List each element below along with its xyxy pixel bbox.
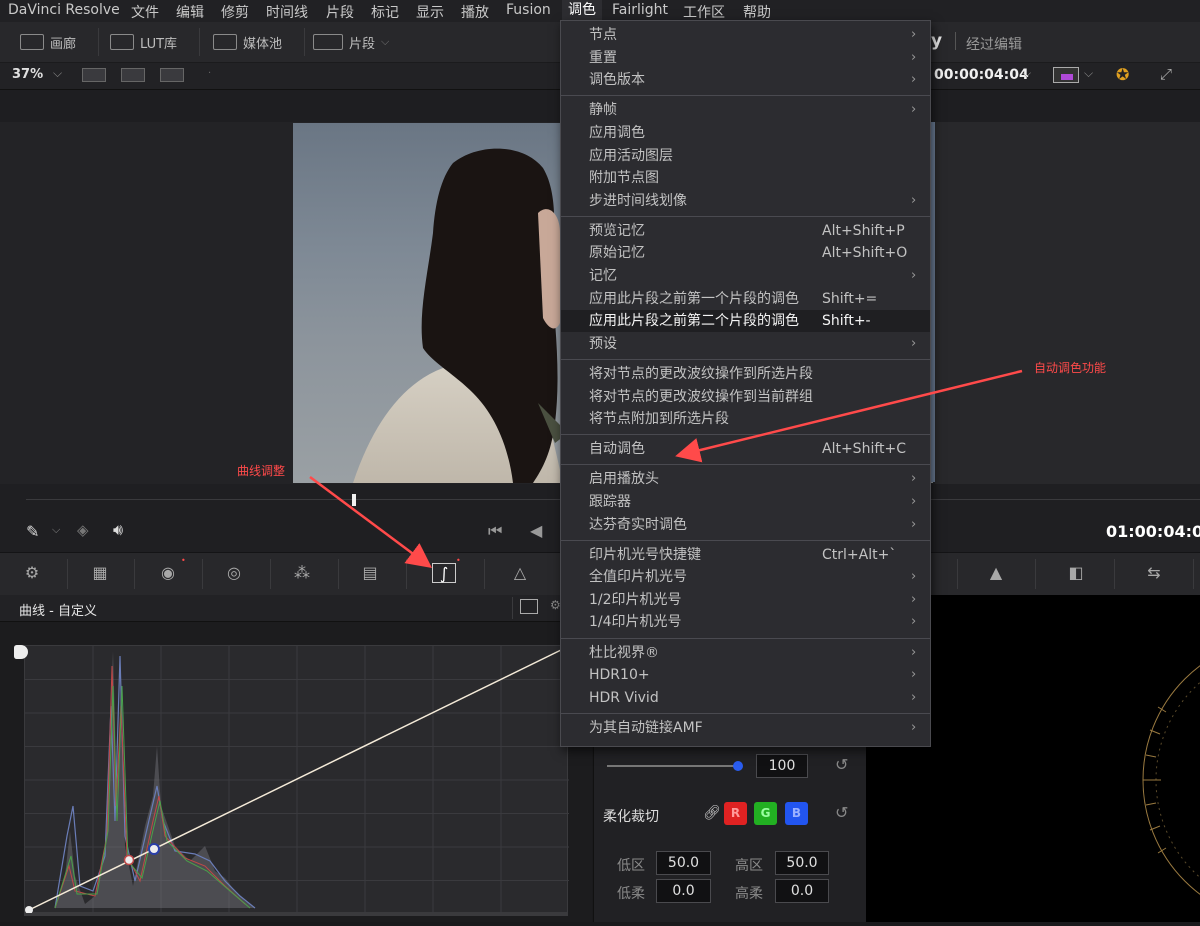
curve-arrow: [309, 475, 433, 568]
auto-color-arrow: [675, 369, 1023, 463]
annotation-arrows: [309, 369, 1023, 568]
